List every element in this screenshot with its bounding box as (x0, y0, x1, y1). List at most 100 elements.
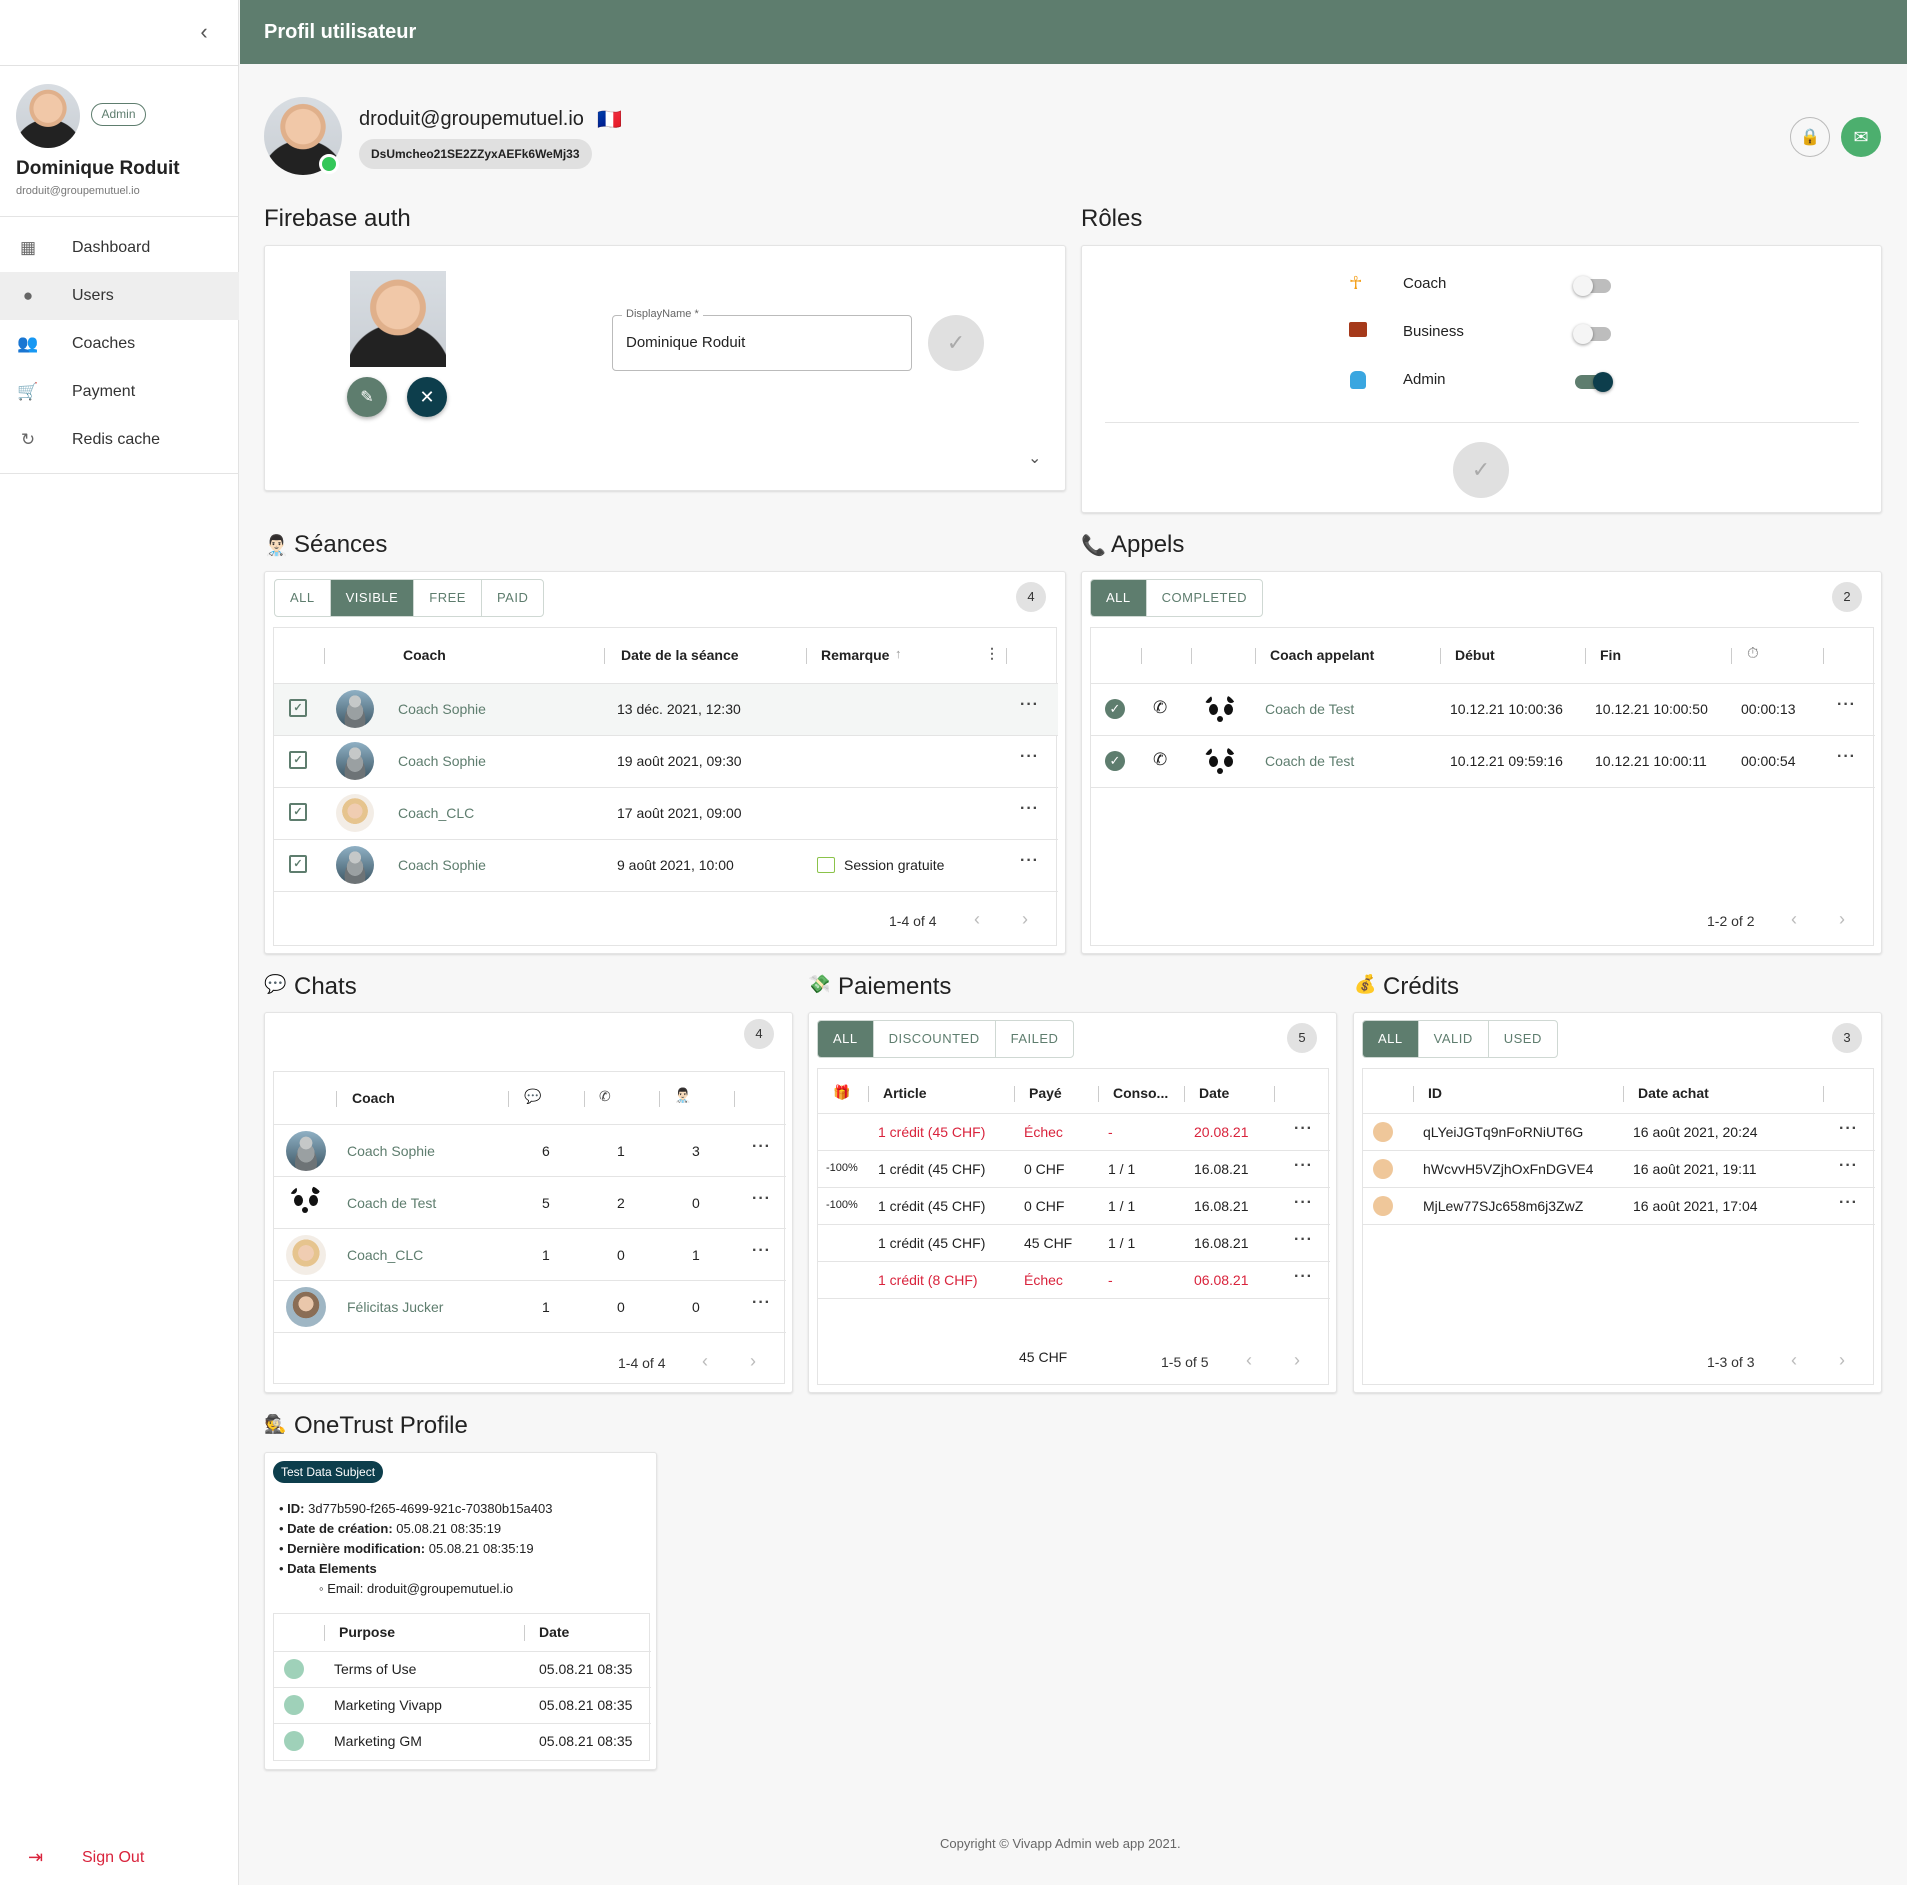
row-menu-icon[interactable]: ··· (1020, 748, 1039, 766)
coach-name[interactable]: Coach_CLC (398, 805, 474, 821)
filter-visible[interactable]: VISIBLE (330, 580, 415, 616)
row-menu-icon[interactable]: ··· (752, 1294, 771, 1312)
prev-page-icon[interactable]: ‹ (1791, 909, 1797, 930)
col-coach[interactable]: Coach (403, 647, 446, 663)
table-row[interactable]: hWcvvH5VZjhOxFnDGVE4 16 août 2021, 19:11… (1363, 1151, 1875, 1187)
chevron-left-icon[interactable]: ‹ (192, 20, 216, 44)
prev-page-icon[interactable]: ‹ (1246, 1350, 1252, 1371)
coach-name[interactable]: Coach Sophie (398, 857, 486, 873)
col-remark[interactable]: Remarque (821, 647, 889, 663)
row-menu-icon[interactable]: ··· (1837, 748, 1856, 766)
display-name-value[interactable]: Dominique Roduit (626, 334, 745, 351)
prev-page-icon[interactable]: ‹ (974, 909, 980, 930)
col-article[interactable]: Article (883, 1085, 927, 1101)
sidebar-item-coaches[interactable]: 👥 Coaches (0, 320, 239, 368)
table-row[interactable]: Félicitas Jucker 1 0 0 ··· (274, 1281, 786, 1332)
row-menu-icon[interactable]: ··· (1294, 1194, 1313, 1212)
timer-icon[interactable]: ⏱ (1747, 645, 1759, 662)
row-menu-icon[interactable]: ··· (1839, 1194, 1858, 1212)
next-page-icon[interactable]: › (750, 1351, 756, 1372)
col-debut[interactable]: Début (1455, 647, 1495, 663)
filter-used[interactable]: USED (1489, 1021, 1557, 1057)
uid-chip[interactable]: DsUmcheo21SE2ZZyxAEFk6WeMj33 (359, 139, 592, 169)
coach-name[interactable]: Coach de Test (347, 1195, 436, 1211)
table-row[interactable]: 1 crédit (45 CHF) 45 CHF 1 / 1 16.08.21 … (818, 1225, 1330, 1261)
row-menu-icon[interactable]: ··· (1020, 696, 1039, 714)
edit-photo-button[interactable]: ✎ (347, 377, 387, 417)
sessions-column-icon[interactable]: 👨🏻‍⚕️ (674, 1087, 691, 1104)
next-page-icon[interactable]: › (1022, 909, 1028, 930)
table-row[interactable]: ✓ ✆ Coach de Test 10.12.21 09:59:16 10.1… (1091, 736, 1875, 787)
filter-paid[interactable]: PAID (482, 580, 543, 616)
col-date-achat[interactable]: Date achat (1638, 1085, 1709, 1101)
display-name-field[interactable]: DisplayName * Dominique Roduit (612, 308, 912, 371)
next-page-icon[interactable]: › (1839, 909, 1845, 930)
coach-name[interactable]: Coach Sophie (398, 701, 486, 717)
filter-all[interactable]: ALL (275, 580, 331, 616)
row-menu-icon[interactable]: ··· (1294, 1268, 1313, 1286)
row-menu-icon[interactable]: ··· (752, 1242, 771, 1260)
col-conso[interactable]: Conso... (1113, 1085, 1168, 1101)
table-row[interactable]: -100% 1 crédit (45 CHF) 0 CHF 1 / 1 16.0… (818, 1151, 1330, 1187)
avatar[interactable] (16, 84, 80, 148)
col-coach[interactable]: Coach (352, 1090, 395, 1106)
col-coach-appelant[interactable]: Coach appelant (1270, 647, 1374, 663)
table-row[interactable]: ✓ Coach Sophie 9 août 2021, 10:00 Sessio… (274, 840, 1058, 891)
table-row[interactable]: Marketing GM 05.08.21 08:35 (274, 1724, 651, 1759)
prev-page-icon[interactable]: ‹ (702, 1351, 708, 1372)
filter-all[interactable]: ALL (818, 1021, 874, 1057)
table-row[interactable]: 1 crédit (45 CHF) Échec - 20.08.21 ··· (818, 1114, 1330, 1150)
sidebar-item-redis-cache[interactable]: ↻ Redis cache (0, 416, 239, 464)
save-roles-button[interactable]: ✓ (1453, 442, 1509, 498)
prev-page-icon[interactable]: ‹ (1791, 1350, 1797, 1371)
coach-name[interactable]: Coach de Test (1265, 701, 1354, 717)
table-row[interactable]: ✓ Coach Sophie 19 août 2021, 09:30 ··· (274, 736, 1058, 787)
col-date[interactable]: Date de la séance (621, 647, 739, 663)
filter-failed[interactable]: FAILED (996, 1021, 1074, 1057)
lock-button[interactable]: 🔒 (1790, 117, 1830, 157)
sign-out-icon[interactable]: ⇥ (28, 1847, 43, 1868)
remove-photo-button[interactable]: ✕ (407, 377, 447, 417)
col-purpose[interactable]: Purpose (339, 1624, 395, 1640)
table-row[interactable]: 1 crédit (8 CHF) Échec - 06.08.21 ··· (818, 1262, 1330, 1298)
save-display-name-button[interactable]: ✓ (928, 315, 984, 371)
role-toggle-coach[interactable] (1573, 276, 1611, 296)
table-row[interactable]: Coach Sophie 6 1 3 ··· (274, 1125, 786, 1176)
table-row[interactable]: MjLew77SJc658m6j3ZwZ 16 août 2021, 17:04… (1363, 1188, 1875, 1224)
row-menu-icon[interactable]: ··· (752, 1138, 771, 1156)
col-paye[interactable]: Payé (1029, 1085, 1062, 1101)
table-row[interactable]: Terms of Use 05.08.21 08:35 (274, 1652, 651, 1687)
column-menu-icon[interactable]: ⋮ (985, 645, 999, 662)
col-date[interactable]: Date (1199, 1085, 1229, 1101)
role-toggle-business[interactable] (1573, 324, 1611, 344)
col-date[interactable]: Date (539, 1624, 569, 1640)
row-menu-icon[interactable]: ··· (1020, 852, 1039, 870)
row-menu-icon[interactable]: ··· (1839, 1120, 1858, 1138)
row-menu-icon[interactable]: ··· (1839, 1157, 1858, 1175)
col-id[interactable]: ID (1428, 1085, 1442, 1101)
filter-free[interactable]: FREE (414, 580, 482, 616)
next-page-icon[interactable]: › (1294, 1350, 1300, 1371)
filter-valid[interactable]: VALID (1419, 1021, 1489, 1057)
table-row[interactable]: -100% 1 crédit (45 CHF) 0 CHF 1 / 1 16.0… (818, 1188, 1330, 1224)
row-menu-icon[interactable]: ··· (1294, 1231, 1313, 1249)
messages-column-icon[interactable]: 💬 (524, 1088, 541, 1105)
email-verified-button[interactable]: ✉ (1841, 117, 1881, 157)
role-toggle-admin[interactable] (1575, 372, 1613, 392)
table-row[interactable]: qLYeiJGTq9nFoRNiUT6G 16 août 2021, 20:24… (1363, 1114, 1875, 1150)
sidebar-item-payment[interactable]: 🛒 Payment (0, 368, 239, 416)
filter-completed[interactable]: COMPLETED (1147, 580, 1262, 616)
chevron-down-icon[interactable]: ⌄ (1028, 448, 1041, 468)
table-row[interactable]: ✓ Coach Sophie 13 déc. 2021, 12:30 ··· (274, 684, 1058, 735)
sort-arrow-up-icon[interactable]: ↑ (895, 646, 902, 661)
coach-name[interactable]: Coach Sophie (347, 1143, 435, 1159)
table-row[interactable]: Marketing Vivapp 05.08.21 08:35 (274, 1688, 651, 1723)
filter-all[interactable]: ALL (1091, 580, 1147, 616)
col-fin[interactable]: Fin (1600, 647, 1621, 663)
coach-name[interactable]: Coach de Test (1265, 753, 1354, 769)
row-menu-icon[interactable]: ··· (1294, 1157, 1313, 1175)
row-menu-icon[interactable]: ··· (1020, 800, 1039, 818)
calls-column-icon[interactable]: ✆ (599, 1088, 611, 1105)
table-row[interactable]: Coach_CLC 1 0 1 ··· (274, 1229, 786, 1280)
table-row[interactable]: ✓ ✆ Coach de Test 10.12.21 10:00:36 10.1… (1091, 684, 1875, 735)
